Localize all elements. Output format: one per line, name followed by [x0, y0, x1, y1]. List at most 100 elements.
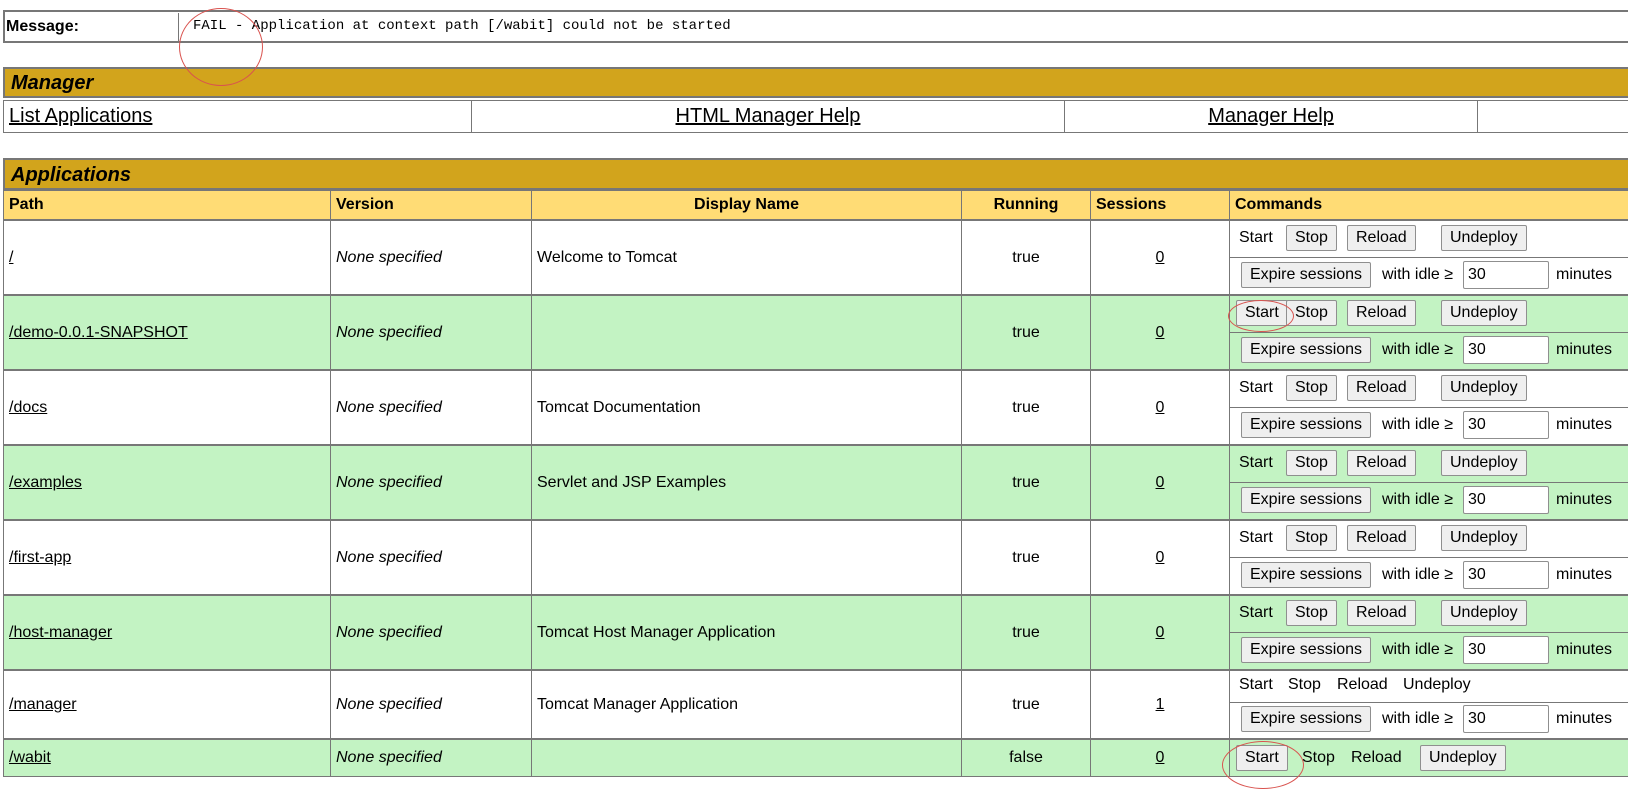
path-cell: /: [3, 220, 331, 295]
idle-minutes-input[interactable]: [1463, 411, 1549, 439]
start-text: Start: [1239, 529, 1273, 546]
idle-minutes-input[interactable]: [1463, 636, 1549, 664]
app-sessions-link[interactable]: 0: [1156, 399, 1165, 417]
with-idle-label: with idle ≥: [1382, 491, 1454, 508]
reload-button[interactable]: Reload: [1347, 225, 1416, 251]
app-sessions-link[interactable]: 0: [1156, 549, 1165, 567]
reload-button[interactable]: Reload: [1347, 525, 1416, 551]
path-cell: /first-app: [3, 520, 331, 595]
stop-button[interactable]: Stop: [1286, 600, 1337, 626]
commands-cell: Start Stop Reload Undeploy Expire sessions wi…: [1229, 595, 1628, 670]
reload-button[interactable]: Reload: [1347, 450, 1416, 476]
app-sessions-link[interactable]: 0: [1156, 324, 1165, 342]
with-idle-label: with idle ≥: [1382, 566, 1454, 583]
expire-sessions-button[interactable]: Expire sessions: [1241, 262, 1372, 288]
minutes-label: minutes: [1556, 416, 1613, 433]
undeploy-button[interactable]: Undeploy: [1441, 600, 1527, 626]
undeploy-button[interactable]: Undeploy: [1420, 745, 1506, 771]
undeploy-button[interactable]: Undeploy: [1441, 450, 1527, 476]
column-header-running: Running: [961, 190, 1091, 220]
stop-button[interactable]: Stop: [1286, 375, 1337, 401]
app-path-link[interactable]: /manager: [9, 696, 77, 714]
app-version: None specified: [336, 398, 442, 416]
commands-cell: Start Stop Reload Undeploy Expire sessions wi…: [1229, 520, 1628, 595]
app-sessions-link[interactable]: 0: [1156, 749, 1165, 767]
html-manager-help-link[interactable]: HTML Manager Help: [676, 105, 861, 132]
undeploy-button[interactable]: Undeploy: [1441, 225, 1527, 251]
commands-divider: [1230, 632, 1628, 633]
reload-text: Reload: [1351, 749, 1402, 766]
running-cell: true: [961, 220, 1091, 295]
minutes-label: minutes: [1556, 341, 1613, 358]
column-header-version: Version: [330, 190, 532, 220]
app-path-link[interactable]: /wabit: [9, 749, 51, 767]
stop-button[interactable]: Stop: [1286, 300, 1337, 326]
expire-sessions-button[interactable]: Expire sessions: [1241, 337, 1372, 363]
manager-title: Manager: [11, 72, 94, 94]
display-name-cell: Servlet and JSP Examples: [531, 445, 962, 520]
app-path-link[interactable]: /host-manager: [9, 624, 112, 642]
manager-help-link[interactable]: Manager Help: [1208, 105, 1334, 132]
idle-minutes-input[interactable]: [1463, 261, 1549, 289]
commands-divider: [1230, 702, 1628, 703]
start-text: Start: [1239, 676, 1273, 693]
app-path-link[interactable]: /first-app: [9, 549, 71, 567]
sessions-cell: 0: [1090, 370, 1230, 445]
column-header-commands: Commands: [1229, 190, 1628, 220]
message-text: FAIL - Application at context path [/wab…: [193, 18, 731, 34]
app-running-status: true: [1012, 548, 1040, 566]
stop-button[interactable]: Stop: [1286, 450, 1337, 476]
display-name-cell: [531, 295, 962, 370]
app-version: None specified: [336, 248, 442, 266]
undeploy-button[interactable]: Undeploy: [1441, 300, 1527, 326]
reload-button[interactable]: Reload: [1347, 600, 1416, 626]
path-cell: /demo-0.0.1-SNAPSHOT: [3, 295, 331, 370]
app-sessions-link[interactable]: 0: [1156, 474, 1165, 492]
stop-button[interactable]: Stop: [1286, 525, 1337, 551]
app-running-status: true: [1012, 398, 1040, 416]
undeploy-button[interactable]: Undeploy: [1441, 525, 1527, 551]
app-path-link[interactable]: /demo-0.0.1-SNAPSHOT: [9, 324, 188, 342]
idle-minutes-input[interactable]: [1463, 486, 1549, 514]
start-button[interactable]: Start: [1236, 300, 1288, 326]
expire-sessions-button[interactable]: Expire sessions: [1241, 562, 1372, 588]
idle-minutes-input[interactable]: [1463, 705, 1549, 733]
list-applications-link[interactable]: List Applications: [9, 105, 152, 128]
with-idle-label: with idle ≥: [1382, 641, 1454, 658]
version-cell: None specified: [330, 670, 532, 739]
commands-divider: [1230, 332, 1628, 333]
path-cell: /manager: [3, 670, 331, 739]
start-text: Start: [1239, 604, 1273, 621]
undeploy-button[interactable]: Undeploy: [1441, 375, 1527, 401]
running-cell: true: [961, 595, 1091, 670]
idle-minutes-input[interactable]: [1463, 561, 1549, 589]
expire-sessions-button[interactable]: Expire sessions: [1241, 487, 1372, 513]
manager-link-cell-4: [1477, 100, 1628, 133]
idle-minutes-input[interactable]: [1463, 336, 1549, 364]
app-path-link[interactable]: /: [9, 249, 13, 267]
display-name-cell: Welcome to Tomcat: [531, 220, 962, 295]
with-idle-label: with idle ≥: [1382, 266, 1454, 283]
app-sessions-link[interactable]: 0: [1156, 249, 1165, 267]
stop-button[interactable]: Stop: [1286, 225, 1337, 251]
app-running-status: true: [1012, 623, 1040, 641]
sessions-cell: 0: [1090, 595, 1230, 670]
expire-sessions-button[interactable]: Expire sessions: [1241, 706, 1372, 732]
commands-divider: [1230, 557, 1628, 558]
app-sessions-link[interactable]: 0: [1156, 624, 1165, 642]
app-path-link[interactable]: /examples: [9, 474, 82, 492]
commands-divider: [1230, 257, 1628, 258]
minutes-label: minutes: [1556, 641, 1613, 658]
running-cell: false: [961, 739, 1091, 777]
start-text: Start: [1239, 229, 1273, 246]
start-text: Start: [1239, 379, 1273, 396]
expire-sessions-button[interactable]: Expire sessions: [1241, 637, 1372, 663]
reload-button[interactable]: Reload: [1347, 375, 1416, 401]
commands-cell: Start Stop Reload Undeploy Expire sessions wi…: [1229, 295, 1628, 370]
app-path-link[interactable]: /docs: [9, 399, 47, 417]
expire-sessions-button[interactable]: Expire sessions: [1241, 412, 1372, 438]
sessions-cell: 0: [1090, 520, 1230, 595]
start-button[interactable]: Start: [1236, 745, 1288, 771]
reload-button[interactable]: Reload: [1347, 300, 1416, 326]
app-sessions-link[interactable]: 1: [1156, 696, 1165, 714]
